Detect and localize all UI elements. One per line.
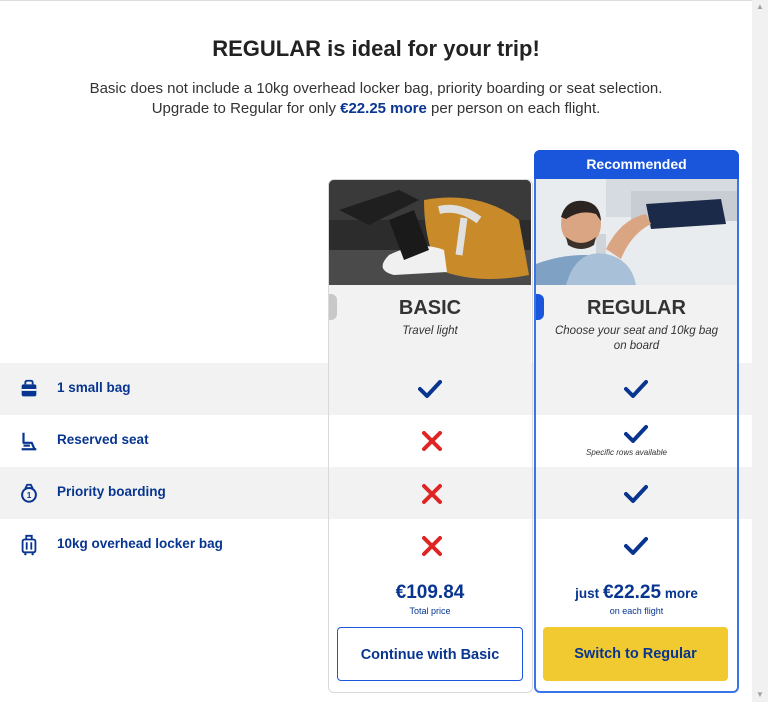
subtitle-line-1: Basic does not include a 10kg overhead l… (89, 80, 663, 97)
basic-plan-header: BASIC Travel light (329, 285, 531, 363)
basic-priority-cross-icon (422, 484, 442, 504)
recommended-badge: Recommended (534, 150, 739, 179)
regular-small-bag-check-icon (624, 380, 648, 398)
regular-price-suffix: more (661, 586, 698, 601)
top-border (0, 0, 752, 1)
feature-label: Reserved seat (57, 432, 149, 447)
basic-plan-tagline: Travel light (402, 325, 458, 337)
regular-price: €22.25 (602, 582, 662, 603)
regular-price-block: just €22.25 more on each flight (536, 582, 737, 616)
regular-plan-name: REGULAR (587, 297, 686, 319)
feature-label: 1 small bag (57, 380, 131, 395)
suitcase-icon (21, 534, 37, 556)
basic-price-block: €109.84 Total price (329, 582, 531, 616)
regular-price-prefix: just (575, 586, 603, 601)
basic-price: €109.84 (395, 582, 465, 603)
basic-plan-name: BASIC (398, 297, 462, 319)
feature-label: Priority boarding (57, 484, 166, 499)
small-bag-icon (21, 379, 37, 397)
page-subtitle: Basic does not include a 10kg overhead l… (0, 79, 752, 119)
subtitle-post: per person on each flight. (426, 100, 601, 117)
subtitle-pre: Upgrade to Regular for only (151, 100, 341, 117)
scroll-down-arrow-icon[interactable]: ▼ (756, 690, 764, 699)
seat-icon (21, 432, 37, 451)
page-title: REGULAR is ideal for your trip! (212, 36, 540, 61)
feature-label: 10kg overhead locker bag (57, 536, 223, 551)
basic-tab-marker (329, 294, 337, 320)
regular-price-line: just €22.25 more (536, 582, 737, 604)
switch-to-regular-button[interactable]: Switch to Regular (543, 627, 728, 681)
regular-plan-tagline: Choose your seat and 10kg bag on board (554, 325, 719, 352)
scroll-up-arrow-icon[interactable]: ▲ (756, 2, 764, 11)
basic-plan-photo (329, 180, 531, 285)
scrollbar[interactable]: ▲ ▼ (752, 0, 768, 702)
regular-seat-check-icon (624, 425, 648, 443)
basic-overhead-cross-icon (422, 536, 442, 556)
upgrade-price-highlight: €22.25 more (340, 100, 427, 117)
basic-price-label: Total price (409, 606, 451, 616)
seat-note: Specific rows available (586, 448, 667, 457)
priority-boarding-icon: 1 (21, 483, 37, 503)
svg-text:1: 1 (27, 491, 32, 500)
basic-small-bag-check-icon (418, 380, 442, 398)
regular-overhead-check-icon (624, 537, 648, 555)
regular-plan-photo (536, 179, 737, 285)
regular-plan-header: REGULAR Choose your seat and 10kg bag on… (536, 285, 737, 363)
regular-tab-marker (536, 294, 544, 320)
subtitle-line-2: Upgrade to Regular for only €22.25 more … (0, 99, 752, 119)
basic-seat-cross-icon (422, 431, 442, 451)
regular-price-label: on each flight (609, 606, 664, 616)
regular-priority-check-icon (624, 485, 648, 503)
continue-with-basic-button[interactable]: Continue with Basic (337, 627, 523, 681)
